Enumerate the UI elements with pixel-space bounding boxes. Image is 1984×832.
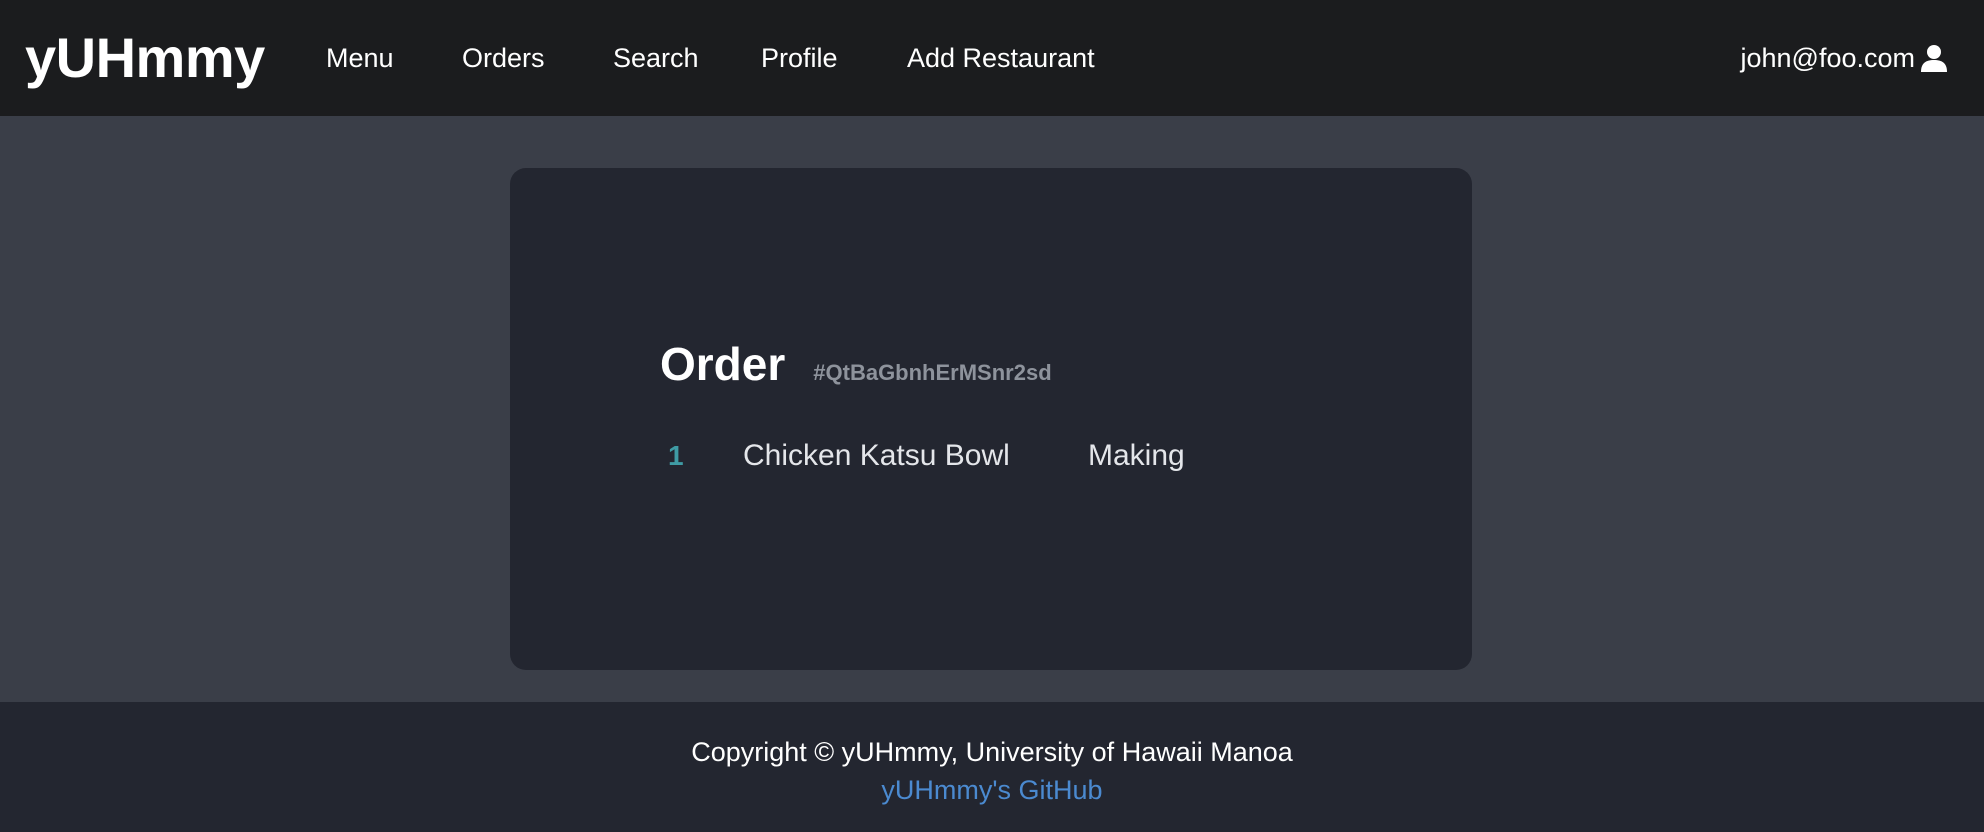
order-item-row: 1 Chicken Katsu Bowl Making: [668, 436, 1268, 476]
nav-profile-link[interactable]: Profile: [761, 40, 838, 76]
brand-logo-link[interactable]: yUHmmy: [25, 22, 265, 94]
nav-menu-link[interactable]: Menu: [326, 40, 394, 76]
nav-orders-link[interactable]: Orders: [462, 40, 545, 76]
item-status: Making: [1088, 439, 1185, 472]
github-link[interactable]: yUHmmy's GitHub: [0, 772, 1984, 808]
page-footer: Copyright © yUHmmy, University of Hawaii…: [0, 702, 1984, 832]
top-navbar: yUHmmy Menu Orders Search Profile Add Re…: [0, 0, 1984, 116]
user-dropdown[interactable]: john@foo.com: [1741, 40, 1950, 76]
user-icon: [1919, 43, 1949, 73]
order-title: Order: [660, 338, 786, 390]
main-content: Order #QtBaGbnhErMSnr2sd 1 Chicken Katsu…: [0, 116, 1984, 702]
order-card: Order #QtBaGbnhErMSnr2sd 1 Chicken Katsu…: [510, 168, 1472, 670]
item-name: Chicken Katsu Bowl: [743, 439, 1010, 472]
user-email: john@foo.com: [1740, 42, 1916, 73]
order-id: #QtBaGbnhErMSnr2sd: [813, 360, 1052, 385]
nav-add-restaurant-link[interactable]: Add Restaurant: [907, 40, 1095, 76]
copyright-text: Copyright © yUHmmy, University of Hawaii…: [691, 737, 1293, 767]
nav-search-link[interactable]: Search: [613, 40, 699, 76]
item-quantity: 1: [668, 440, 684, 471]
order-heading: Order #QtBaGbnhErMSnr2sd: [660, 336, 1052, 392]
